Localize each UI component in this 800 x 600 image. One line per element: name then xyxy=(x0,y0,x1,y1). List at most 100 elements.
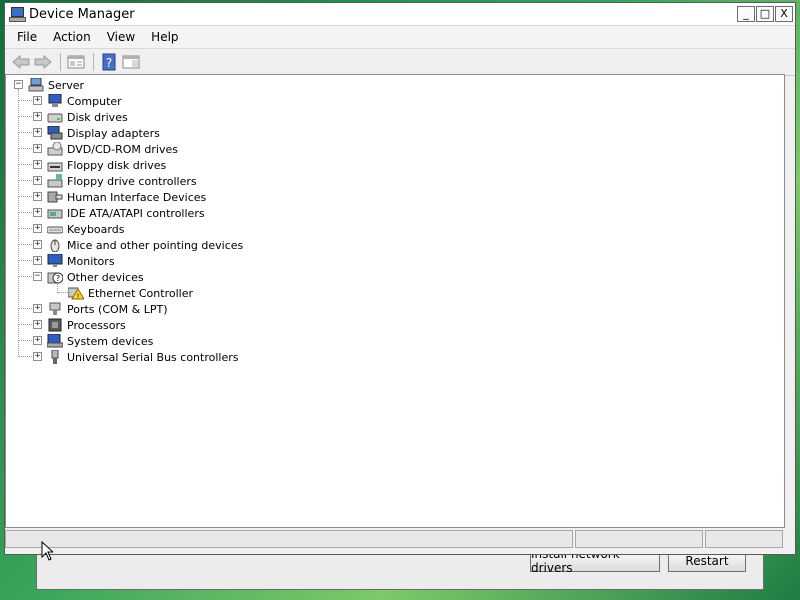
tree-item-dvd-cd-rom-drives[interactable]: + DVD/CD-ROM drives xyxy=(6,141,178,157)
maximize-button[interactable]: □ xyxy=(756,6,774,22)
tree-connector xyxy=(19,244,32,245)
computer-icon xyxy=(47,94,63,108)
monitor-icon xyxy=(47,254,63,268)
menu-help[interactable]: Help xyxy=(143,30,186,44)
properties-icon[interactable] xyxy=(66,52,86,72)
tree-item-label: Keyboards xyxy=(67,222,125,236)
tree-item-floppy-drive-controllers[interactable]: + Floppy drive controllers xyxy=(6,173,197,189)
forward-icon[interactable] xyxy=(33,52,53,72)
tree-connector xyxy=(19,148,32,149)
toolbar-separator xyxy=(60,53,61,71)
tree-connector xyxy=(58,292,70,293)
expand-toggle[interactable]: + xyxy=(33,112,42,121)
tree-item-display-adapters[interactable]: + Display adapters xyxy=(6,125,160,141)
menu-action[interactable]: Action xyxy=(45,30,99,44)
tree-connector xyxy=(19,276,32,277)
dvd-drive-icon xyxy=(47,142,63,156)
tree-item-label: Monitors xyxy=(67,254,115,268)
tree-item-monitors[interactable]: + Monitors xyxy=(6,253,115,269)
collapse-toggle[interactable]: − xyxy=(33,272,42,281)
expand-toggle[interactable]: + xyxy=(33,144,42,153)
menu-file[interactable]: File xyxy=(9,30,45,44)
tree-connector xyxy=(19,260,32,261)
tree-item-mice-and-other-pointing-devices[interactable]: + Mice and other pointing devices xyxy=(6,237,243,253)
status-pane-2 xyxy=(575,530,703,548)
tree-connector xyxy=(19,196,32,197)
tree-connector xyxy=(19,340,32,341)
tree-item-label: Display adapters xyxy=(67,126,160,140)
status-bar xyxy=(5,530,787,550)
collapse-toggle[interactable]: − xyxy=(14,80,23,89)
toolbar: ? xyxy=(5,48,795,76)
tree-item-label: DVD/CD-ROM drives xyxy=(67,142,178,156)
device-manager-icon xyxy=(9,7,26,22)
expand-toggle[interactable]: + xyxy=(33,352,42,361)
tree-item-ide-ata-atapi-controllers[interactable]: + IDE ATA/ATAPI controllers xyxy=(6,205,205,221)
menu-bar: File Action View Help xyxy=(5,26,795,48)
device-tree: − Server + Computer + Disk drives + Display a… xyxy=(5,74,785,528)
display-adapter-icon xyxy=(47,126,63,140)
tree-item-label: Universal Serial Bus controllers xyxy=(67,350,239,364)
expand-toggle[interactable]: + xyxy=(33,256,42,265)
toolbar-separator xyxy=(93,53,94,71)
help-icon[interactable]: ? xyxy=(99,52,119,72)
tree-item-ethernet-controller[interactable]: ! Ethernet Controller xyxy=(6,285,193,301)
expand-toggle[interactable]: + xyxy=(33,224,42,233)
status-pane-3 xyxy=(705,530,783,548)
expand-toggle[interactable]: + xyxy=(33,208,42,217)
port-icon xyxy=(47,302,63,316)
tree-item-label: Other devices xyxy=(67,270,144,284)
close-button[interactable]: X xyxy=(775,6,793,22)
tree-root[interactable]: − Server xyxy=(6,77,84,93)
svg-text:!: ! xyxy=(77,293,80,301)
tree-connector xyxy=(19,324,32,325)
tree-connector xyxy=(19,100,32,101)
tree-connector xyxy=(19,212,32,213)
tree-item-system-devices[interactable]: + System devices xyxy=(6,333,153,349)
expand-toggle[interactable]: + xyxy=(33,176,42,185)
expand-toggle[interactable]: + xyxy=(33,336,42,345)
tree-connector xyxy=(19,180,32,181)
minimize-button[interactable]: _ xyxy=(737,6,755,22)
back-icon[interactable] xyxy=(11,52,31,72)
tree-item-ports-com-lpt[interactable]: + Ports (COM & LPT) xyxy=(6,301,168,317)
tree-item-label: IDE ATA/ATAPI controllers xyxy=(67,206,205,220)
tree-item-disk-drives[interactable]: + Disk drives xyxy=(6,109,128,125)
menu-view[interactable]: View xyxy=(99,30,143,44)
tree-item-floppy-disk-drives[interactable]: + Floppy disk drives xyxy=(6,157,166,173)
floppy-controller-icon xyxy=(47,174,63,188)
expand-toggle[interactable]: + xyxy=(33,304,42,313)
mouse-cursor-icon xyxy=(41,541,53,561)
title-bar[interactable]: Device Manager _ □ X xyxy=(5,3,795,26)
tree-item-other-devices[interactable]: −? Other devices xyxy=(6,269,144,285)
expand-toggle[interactable]: + xyxy=(33,240,42,249)
tree-item-label: Computer xyxy=(67,94,122,108)
tree-connector xyxy=(19,132,32,133)
expand-toggle[interactable]: + xyxy=(33,192,42,201)
warning-device-icon: ! xyxy=(68,286,84,300)
usb-icon xyxy=(47,350,63,364)
keyboard-icon xyxy=(47,222,63,236)
expand-toggle[interactable]: + xyxy=(33,160,42,169)
server-icon xyxy=(28,78,44,92)
tree-item-computer[interactable]: + Computer xyxy=(6,93,122,109)
tree-item-processors[interactable]: + Processors xyxy=(6,317,126,333)
tree-connector xyxy=(19,356,32,357)
processor-icon xyxy=(47,318,63,332)
expand-toggle[interactable]: + xyxy=(33,96,42,105)
tree-connector xyxy=(19,164,32,165)
tree-item-human-interface-devices[interactable]: + Human Interface Devices xyxy=(6,189,206,205)
tree-item-keyboards[interactable]: + Keyboards xyxy=(6,221,124,237)
expand-toggle[interactable]: + xyxy=(33,320,42,329)
tree-connector xyxy=(19,228,32,229)
show-hide-icon[interactable] xyxy=(121,52,141,72)
expand-toggle[interactable]: + xyxy=(33,128,42,137)
tree-item-label: Ethernet Controller xyxy=(88,286,193,300)
tree-item-label: Floppy disk drives xyxy=(67,158,167,172)
tree-item-label: Mice and other pointing devices xyxy=(67,238,244,252)
tree-item-universal-serial-bus-controllers[interactable]: + Universal Serial Bus controllers xyxy=(6,349,238,365)
tree-item-label: Ports (COM & LPT) xyxy=(67,302,168,316)
mouse-icon xyxy=(47,238,63,252)
ide-controller-icon xyxy=(47,206,63,220)
tree-connector xyxy=(19,308,32,309)
